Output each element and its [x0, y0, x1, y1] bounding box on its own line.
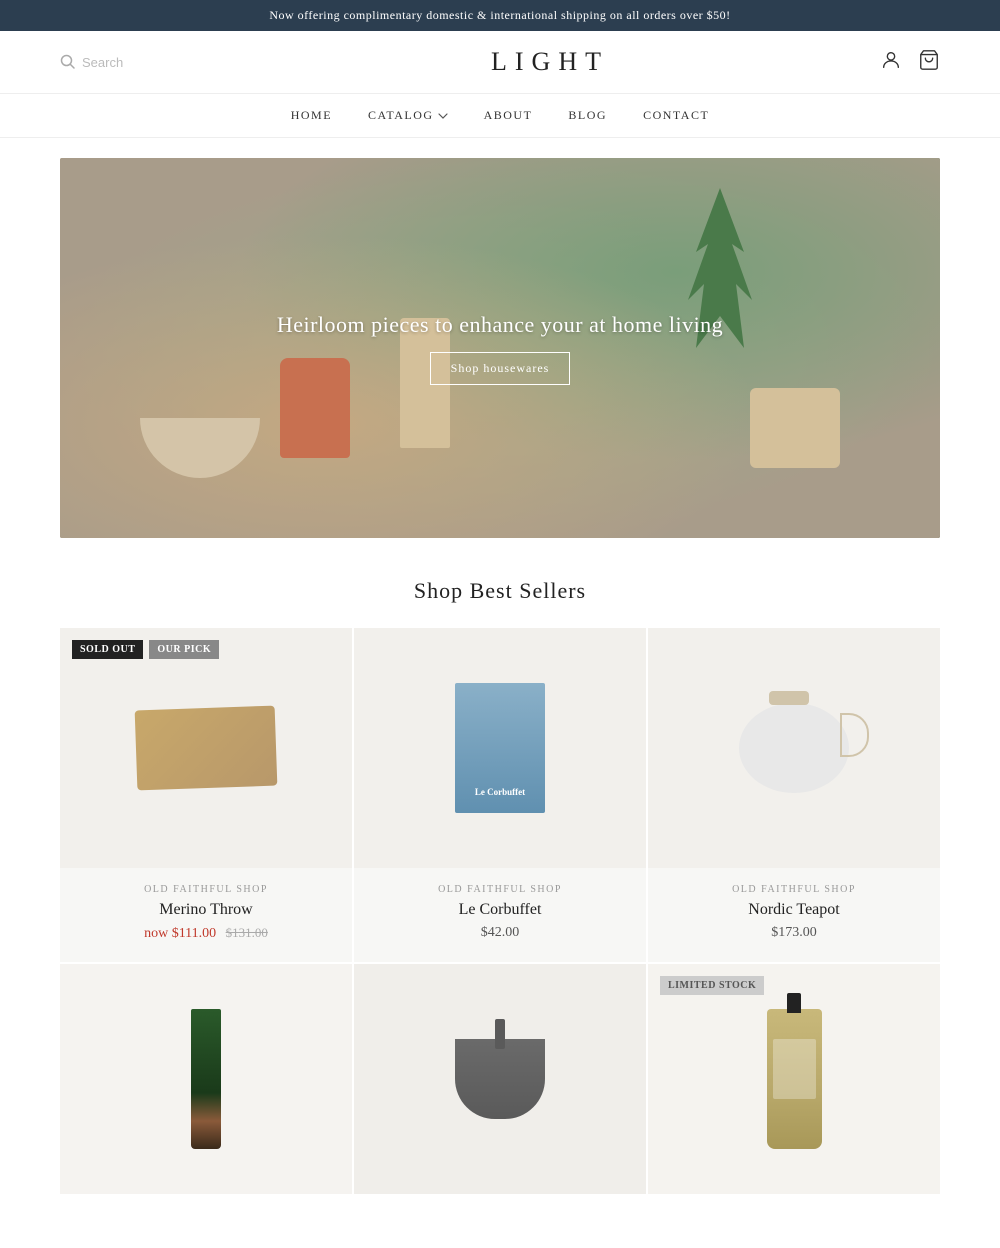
- product-image-le-corbuffet: [354, 628, 646, 868]
- product-name: Le Corbuffet: [370, 901, 630, 919]
- scissors-image: [191, 1009, 221, 1149]
- navigation: HOME CATALOG ABOUT BLOG CONTACT: [0, 93, 1000, 138]
- product-brand: OLD FAITHFUL SHOP: [76, 884, 336, 895]
- product-name: Nordic Teapot: [664, 901, 924, 919]
- hero-bowl-shape: [140, 418, 260, 478]
- book-image: [455, 683, 545, 813]
- chevron-down-icon: [438, 113, 448, 119]
- price-old: $131.00: [226, 925, 268, 940]
- product-card-scissors[interactable]: [60, 964, 352, 1194]
- price-now: now $111.00: [144, 926, 216, 941]
- nav-item-catalog[interactable]: CATALOG: [368, 108, 448, 123]
- section-title: Shop Best Sellers: [0, 578, 1000, 604]
- product-name: Merino Throw: [76, 901, 336, 919]
- product-info-nordic-teapot: OLD FAITHFUL SHOP Nordic Teapot $173.00: [648, 868, 940, 961]
- product-image-merino-throw: SOLD OUT OUR PICK: [60, 628, 352, 868]
- product-price: $173.00: [664, 925, 924, 941]
- nav-item-contact[interactable]: CONTACT: [643, 108, 709, 123]
- user-icon[interactable]: [880, 49, 902, 76]
- announcement-text: Now offering complimentary domestic & in…: [269, 8, 730, 22]
- badge-limited-stock: LIMITED STOCK: [660, 976, 764, 995]
- hero-banner: Heirloom pieces to enhance your at home …: [60, 158, 940, 538]
- product-image-nordic-teapot: [648, 628, 940, 868]
- product-info-merino-throw: OLD FAITHFUL SHOP Merino Throw now $111.…: [60, 868, 352, 962]
- nav-item-about[interactable]: ABOUT: [484, 108, 533, 123]
- product-brand: OLD FAITHFUL SHOP: [370, 884, 630, 895]
- best-sellers-section: Shop Best Sellers SOLD OUT OUR PICK OLD …: [0, 578, 1000, 1194]
- product-card-merino-throw[interactable]: SOLD OUT OUR PICK OLD FAITHFUL SHOP Meri…: [60, 628, 352, 962]
- hero-cta-button[interactable]: Shop housewares: [430, 352, 571, 385]
- product-card-le-corbuffet[interactable]: OLD FAITHFUL SHOP Le Corbuffet $42.00: [354, 628, 646, 962]
- mortar-image: [455, 1039, 545, 1119]
- throw-image: [135, 706, 278, 791]
- product-price: now $111.00 $131.00: [76, 925, 336, 942]
- product-image-bottle: LIMITED STOCK: [648, 964, 940, 1194]
- product-card-bottle[interactable]: LIMITED STOCK: [648, 964, 940, 1194]
- badge-sold-out: SOLD OUT: [72, 640, 143, 659]
- teapot-image: [739, 703, 849, 793]
- product-card-nordic-teapot[interactable]: OLD FAITHFUL SHOP Nordic Teapot $173.00: [648, 628, 940, 962]
- product-brand: OLD FAITHFUL SHOP: [664, 884, 924, 895]
- product-image-mortar: [354, 964, 646, 1194]
- search-icon: [60, 54, 76, 70]
- hero-mug-shape: [750, 388, 840, 468]
- product-card-mortar[interactable]: [354, 964, 646, 1194]
- product-badges: SOLD OUT OUR PICK: [72, 640, 219, 659]
- product-badges: LIMITED STOCK: [660, 976, 764, 995]
- hero-title: Heirloom pieces to enhance your at home …: [277, 312, 723, 338]
- product-image-scissors: [60, 964, 352, 1194]
- product-price: $42.00: [370, 925, 630, 941]
- product-info-le-corbuffet: OLD FAITHFUL SHOP Le Corbuffet $42.00: [354, 868, 646, 961]
- search-label: Search: [82, 55, 123, 70]
- nav-item-home[interactable]: HOME: [291, 108, 332, 123]
- hero-content: Heirloom pieces to enhance your at home …: [277, 312, 723, 385]
- search-container[interactable]: Search: [60, 54, 220, 70]
- announcement-bar: Now offering complimentary domestic & in…: [0, 0, 1000, 31]
- product-grid: SOLD OUT OUR PICK OLD FAITHFUL SHOP Meri…: [60, 628, 940, 1194]
- header-actions: [880, 49, 940, 76]
- bottle-image: [767, 1009, 822, 1149]
- cart-icon[interactable]: [918, 49, 940, 76]
- badge-our-pick: OUR PICK: [149, 640, 219, 659]
- nav-item-blog[interactable]: BLOG: [568, 108, 607, 123]
- header: Search LIGHT: [0, 31, 1000, 93]
- site-logo[interactable]: LIGHT: [491, 47, 609, 77]
